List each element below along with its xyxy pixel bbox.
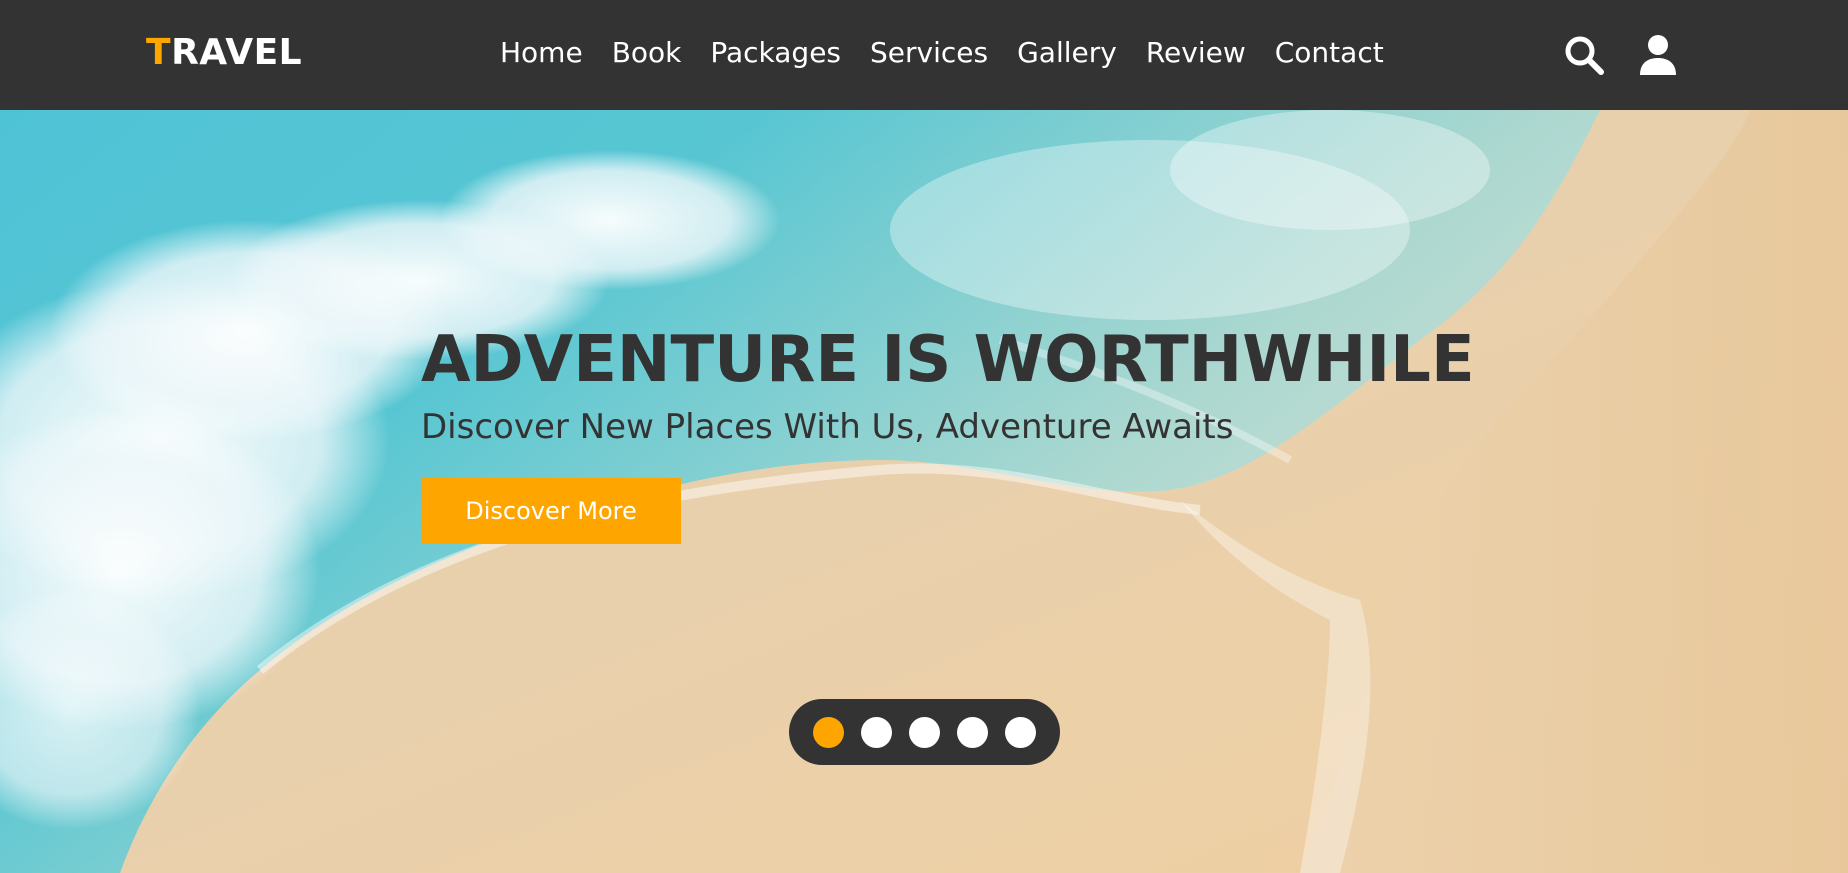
nav-review[interactable]: Review (1146, 28, 1246, 78)
logo[interactable]: TRAVEL (146, 28, 302, 78)
header-icons (1562, 32, 1680, 78)
search-icon[interactable] (1562, 33, 1606, 77)
slide-dot-4[interactable] (957, 716, 988, 748)
nav-book[interactable]: Book (612, 28, 682, 78)
hero-content: ADVENTURE IS WORTHWHILE Discover New Pla… (421, 320, 1521, 544)
user-icon[interactable] (1636, 33, 1680, 77)
logo-accent-letter: T (146, 32, 172, 73)
hero-subtitle: Discover New Places With Us, Adventure A… (421, 407, 1234, 447)
site-header: TRAVEL Home Book Packages Services Galle… (0, 0, 1848, 110)
logo-text: RAVEL (171, 32, 303, 73)
nav-gallery[interactable]: Gallery (1017, 28, 1117, 78)
slider-pagination (789, 699, 1060, 765)
hero-title: ADVENTURE IS WORTHWHILE (421, 323, 1475, 397)
slide-dot-2[interactable] (861, 716, 892, 748)
slide-dot-3[interactable] (909, 716, 940, 748)
nav-home[interactable]: Home (500, 28, 583, 78)
hero-section: ADVENTURE IS WORTHWHILE Discover New Pla… (0, 110, 1848, 873)
nav-services[interactable]: Services (870, 28, 988, 78)
main-nav: Home Book Packages Services Gallery Revi… (500, 28, 1384, 78)
nav-packages[interactable]: Packages (710, 28, 841, 78)
discover-more-button[interactable]: Discover More (421, 478, 681, 544)
slide-dot-1[interactable] (813, 716, 844, 748)
slide-dot-5[interactable] (1005, 716, 1036, 748)
nav-contact[interactable]: Contact (1275, 28, 1384, 78)
